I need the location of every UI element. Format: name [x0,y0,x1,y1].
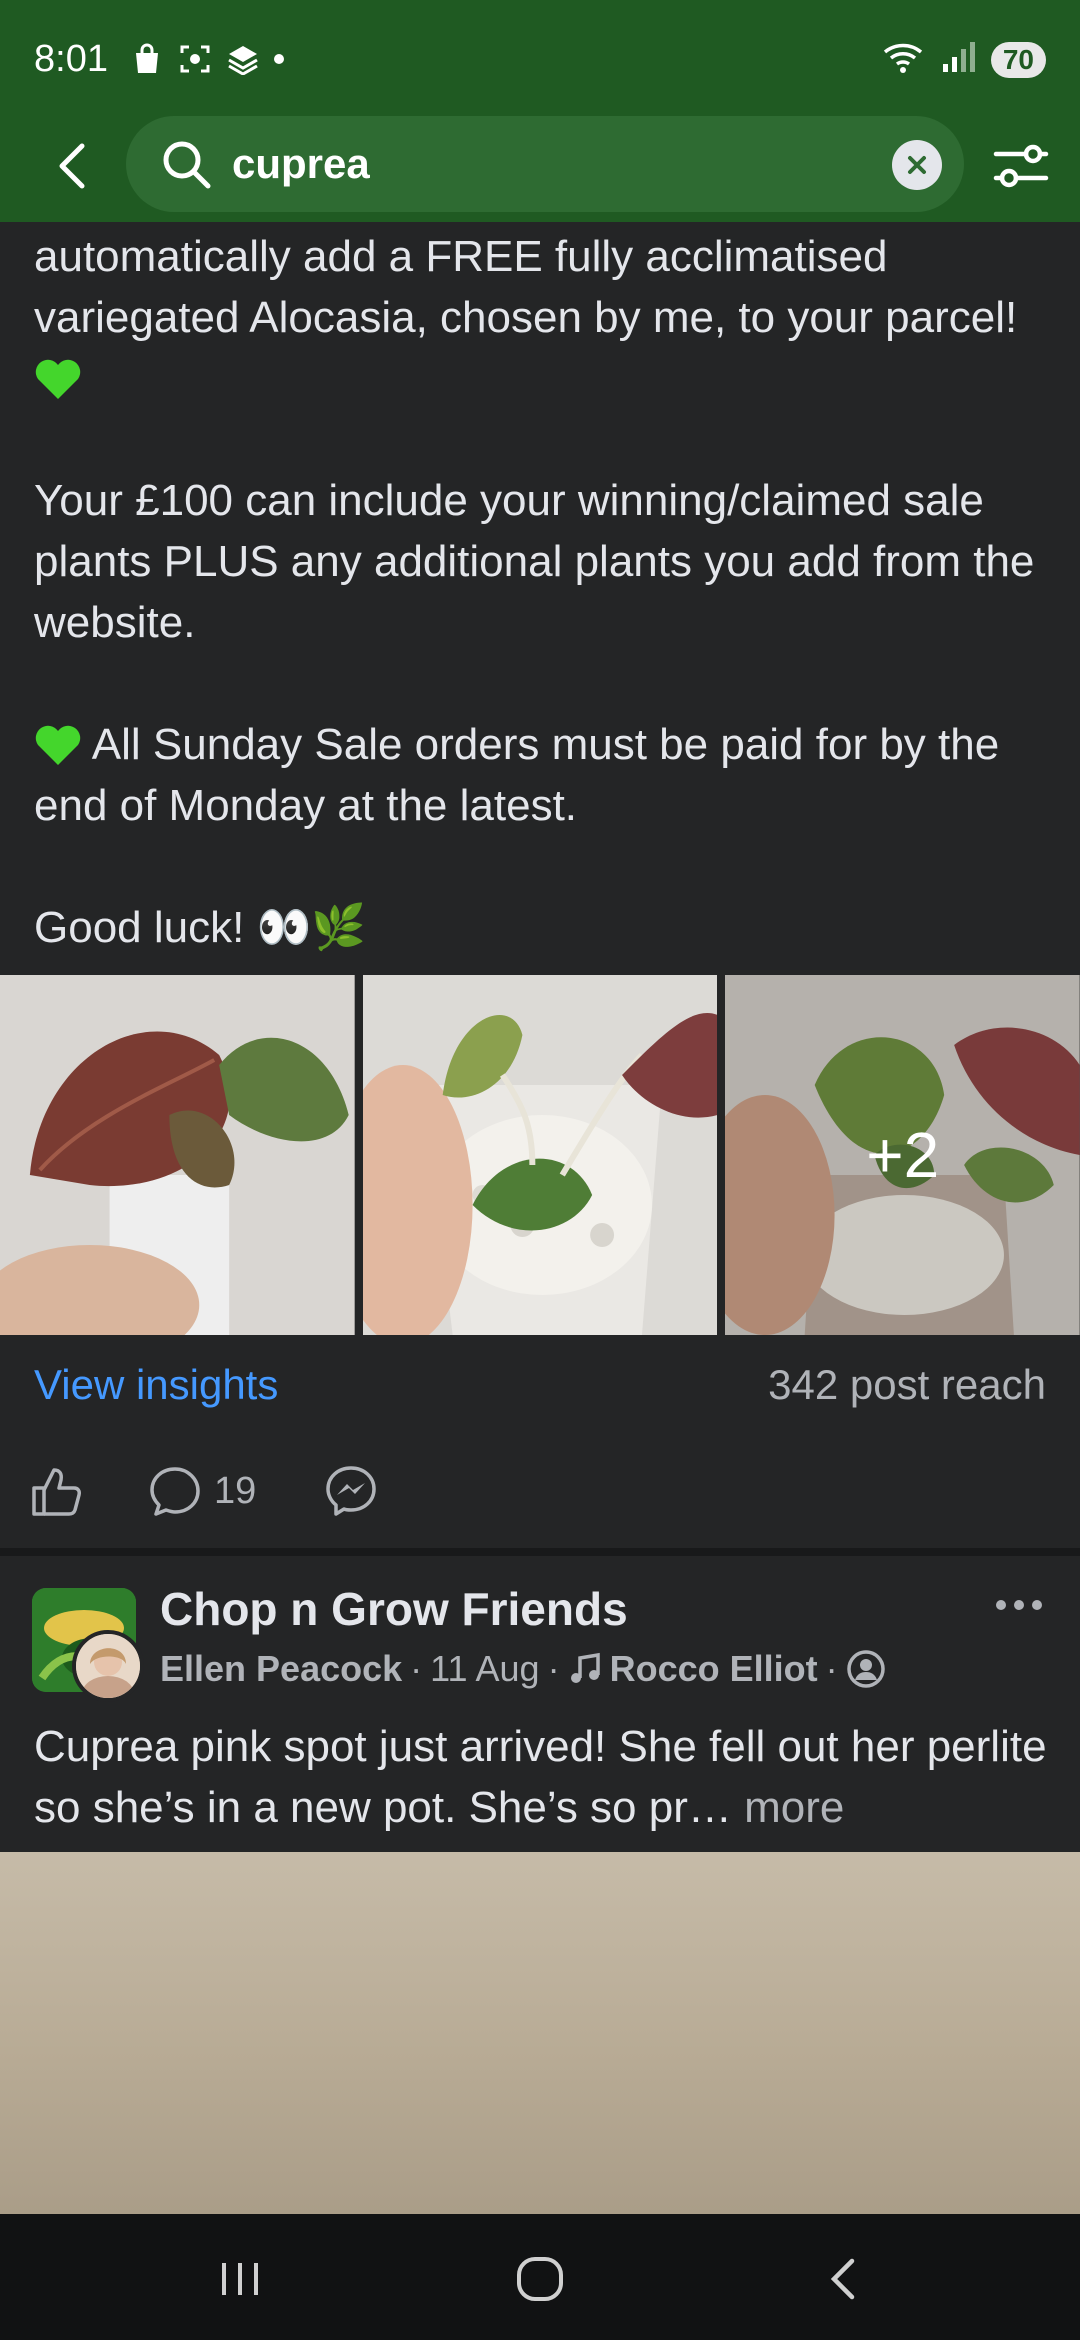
group-post: Chop n Grow Friends Ellen Peacock · 11 A… [0,1556,1080,1852]
comment-button[interactable]: 19 [148,1463,256,1519]
see-more-link[interactable]: more [744,1783,844,1832]
filter-button[interactable] [992,140,1050,192]
post-body: Cuprea pink spot just arrived! She fell … [34,1716,1054,1838]
plant-photo-image [0,975,355,1335]
recent-apps-button[interactable] [210,2254,270,2304]
search-input[interactable]: cuprea [232,140,370,188]
thumbs-up-icon [32,1468,81,1516]
view-insights-link[interactable]: View insights [34,1361,278,1409]
chevron-left-icon [59,143,85,189]
battery-indicator: 70 [990,41,1046,78]
group-name[interactable]: Chop n Grow Friends [160,1582,628,1636]
post-paragraph: Your £100 can include your winning/claim… [34,476,1035,647]
comment-icon [150,1467,200,1516]
post-paragraph: Good luck! 👀🌿 [34,903,367,952]
post-actions: 19 [0,1445,1080,1535]
post-text: Cuprea pink spot just arrived! She fell … [34,1722,1047,1832]
author-photo-image [76,1634,140,1698]
wifi-icon [883,40,927,79]
post-divider [0,1548,1080,1556]
comment-count: 19 [214,1469,257,1512]
post-photo[interactable] [0,975,355,1335]
back-button[interactable] [50,140,98,192]
music-note-icon [570,1652,600,1683]
send-messenger-button[interactable] [324,1463,378,1519]
like-button[interactable] [30,1463,84,1519]
post-paragraph: All Sunday Sale orders must be paid for … [34,720,1000,830]
search-header: cuprea [0,110,1080,222]
post-photo[interactable] [0,1852,1080,2214]
meta-separator: · [410,1648,423,1689]
post-options-button[interactable] [996,1590,1052,1620]
more-notifications-dot [274,54,284,64]
notification-icons [130,42,284,76]
post-photo-more[interactable]: +2 [725,975,1080,1335]
search-field[interactable]: cuprea [126,116,964,212]
author-name[interactable]: Ellen Peacock [160,1648,402,1690]
green-heart-icon [35,359,81,399]
post-date[interactable]: 11 Aug [430,1648,539,1690]
layers-icon [226,42,260,76]
more-dots-icon [996,1600,1006,1610]
post-body: automatically add a FREE fully acclimati… [34,226,1054,958]
system-back-button[interactable] [814,2254,874,2304]
close-icon [908,156,926,174]
insights-row: View insights 342 post reach [0,1335,1080,1435]
home-icon [517,2257,563,2301]
home-button[interactable] [510,2254,570,2304]
post-photo[interactable] [362,975,718,1335]
post-meta: Ellen Peacock · 11 Aug · Rocco Elliot · [160,1648,886,1690]
back-arrow-icon [830,2258,855,2300]
plant-photo-image [362,975,718,1335]
shop-icon [130,42,164,76]
author-avatar[interactable] [72,1630,144,1702]
status-time: 8:01 [34,38,108,80]
messenger-icon [326,1466,376,1516]
filter-sliders-icon [993,144,1049,188]
clear-search-button[interactable] [892,140,942,190]
search-icon [163,141,211,189]
status-bar: 8:01 70 [0,0,1080,118]
more-photos-count: +2 [725,975,1080,1335]
photo-grid: +2 [0,975,1080,1335]
meta-separator: · [825,1648,838,1689]
green-heart-icon [35,725,81,765]
song-name[interactable]: Rocco Elliot [610,1648,818,1690]
signal-icon [941,40,977,79]
system-navigation-bar [0,2214,1080,2340]
screenshot-icon [178,42,212,76]
system-status: 70 [883,40,1046,79]
meta-separator: · [547,1648,560,1689]
post-reach-count: 342 post reach [768,1361,1046,1408]
recent-apps-icon [222,2263,258,2295]
post-paragraph: automatically add a FREE fully acclimati… [34,226,1054,409]
members-icon [846,1650,885,1688]
